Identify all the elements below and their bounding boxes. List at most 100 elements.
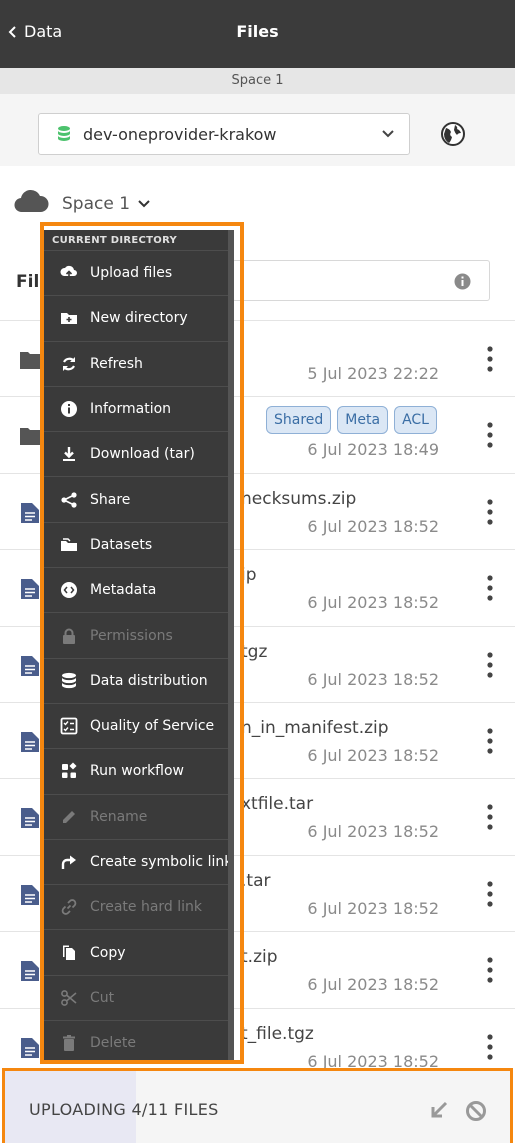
document-icon <box>21 884 39 905</box>
more-options-icon[interactable] <box>485 880 495 908</box>
menu-item-label: Share <box>90 491 131 508</box>
menu-item-share[interactable]: Share <box>44 476 234 521</box>
document-icon <box>21 655 39 676</box>
upload-status-label: UPLOADING 4/11 FILES <box>29 1100 219 1119</box>
menu-item-upload-files[interactable]: Upload files <box>44 250 234 295</box>
menu-item-copy[interactable]: Copy <box>44 929 234 974</box>
menu-item-run-workflow[interactable]: Run workflow <box>44 748 234 793</box>
more-options-icon[interactable] <box>485 651 495 679</box>
more-options-icon[interactable] <box>485 803 495 831</box>
pencil-icon <box>63 810 75 823</box>
file-name[interactable]: n_in_manifest.zip <box>241 718 389 738</box>
menu-item-label: Download (tar) <box>90 446 195 463</box>
more-options-icon[interactable] <box>485 1033 495 1061</box>
more-options-icon[interactable] <box>485 956 495 984</box>
more-options-icon[interactable] <box>485 498 495 526</box>
document-icon <box>21 961 39 982</box>
lock-icon <box>63 628 75 644</box>
download-icon <box>63 447 75 462</box>
more-options-icon[interactable] <box>485 574 495 602</box>
menu-item-delete: Delete <box>44 1020 234 1060</box>
menu-item-label: Data distribution <box>90 672 208 689</box>
file-tags: Shared Meta ACL <box>266 406 437 435</box>
menu-item-label: Rename <box>90 808 148 825</box>
folder-icon <box>20 428 40 446</box>
more-options-icon[interactable] <box>485 345 495 373</box>
document-icon <box>21 732 39 752</box>
menu-item-label: Delete <box>90 1035 136 1052</box>
tag-acl[interactable]: ACL <box>394 406 437 435</box>
file-name[interactable]: .tar <box>241 871 270 891</box>
file-name[interactable]: tgz <box>241 642 267 662</box>
new-folder-icon <box>61 313 77 325</box>
file-name[interactable]: t_file.tgz <box>241 1024 314 1044</box>
copy-icon <box>63 945 75 960</box>
upload-status-bar[interactable]: UPLOADING 4/11 FILES <box>2 1068 513 1143</box>
space-name-bar: Space 1 <box>0 68 515 94</box>
menu-item-label: New directory <box>90 310 188 327</box>
chevron-down-icon[interactable] <box>137 199 151 209</box>
menu-item-permissions: Permissions <box>44 612 234 657</box>
file-name[interactable]: t.zip <box>241 947 278 967</box>
file-modified-date: 6 Jul 2023 18:52 <box>307 669 439 689</box>
context-menu-header: CURRENT DIRECTORY <box>44 230 234 250</box>
info-icon <box>61 401 77 418</box>
folder-icon <box>20 352 40 369</box>
provider-bar: dev-oneprovider-krakow <box>0 94 515 166</box>
menu-item-label: Cut <box>90 989 115 1006</box>
menu-item-refresh[interactable]: Refresh <box>44 340 234 386</box>
file-modified-date: 6 Jul 2023 18:49 <box>307 440 439 460</box>
more-options-icon[interactable] <box>485 727 495 755</box>
scissors-icon <box>61 989 77 1006</box>
qos-icon <box>60 717 78 735</box>
top-bar: Data Files <box>0 0 515 68</box>
breadcrumb-space[interactable]: Space 1 <box>62 194 130 214</box>
menu-item-label: Quality of Service <box>90 718 215 735</box>
workflow-icon <box>62 762 77 779</box>
menu-item-rename: Rename <box>44 793 234 839</box>
datasets-icon <box>61 538 77 551</box>
globe-icon[interactable] <box>440 121 466 147</box>
link-icon <box>61 899 77 916</box>
minimize-icon[interactable] <box>430 1101 448 1119</box>
search-input[interactable] <box>232 260 490 301</box>
document-icon <box>21 808 39 829</box>
chevron-down-icon <box>382 130 394 138</box>
cancel-icon[interactable] <box>465 1100 487 1122</box>
menu-item-datasets[interactable]: Datasets <box>44 521 234 567</box>
menu-item-information[interactable]: Information <box>44 385 234 431</box>
upload-icon <box>60 266 77 278</box>
file-modified-date: 5 Jul 2023 22:22 <box>307 364 439 383</box>
tag-shared[interactable]: Shared <box>266 406 332 435</box>
file-modified-date: 6 Jul 2023 18:52 <box>307 746 439 765</box>
document-icon <box>21 1037 39 1058</box>
metadata-icon <box>61 582 77 599</box>
menu-item-cut: Cut <box>44 974 234 1020</box>
menu-item-download-tar[interactable]: Download (tar) <box>44 431 234 476</box>
provider-select[interactable]: dev-oneprovider-krakow <box>38 113 410 155</box>
cloud-icon <box>14 189 49 213</box>
menu-item-metadata[interactable]: Metadata <box>44 567 234 612</box>
menu-item-label: Datasets <box>90 536 153 553</box>
menu-item-data-distribution[interactable]: Data distribution <box>44 657 234 703</box>
more-options-icon[interactable] <box>485 421 495 449</box>
provider-name: dev-oneprovider-krakow <box>83 124 277 144</box>
menu-item-label: Upload files <box>90 265 173 282</box>
menu-item-new-directory[interactable]: New directory <box>44 295 234 340</box>
file-name[interactable]: hecksums.zip <box>241 489 356 509</box>
menu-item-label: Information <box>90 401 172 418</box>
database-icon <box>62 672 76 688</box>
file-modified-date: 6 Jul 2023 18:52 <box>307 898 439 918</box>
file-modified-date: 6 Jul 2023 18:52 <box>307 822 439 842</box>
menu-scrollbar[interactable] <box>228 230 234 1060</box>
document-icon <box>21 502 39 523</box>
file-modified-date: 6 Jul 2023 18:52 <box>307 593 439 613</box>
tag-meta[interactable]: Meta <box>337 406 389 435</box>
menu-item-quality-of-service[interactable]: Quality of Service <box>44 702 234 748</box>
file-name[interactable]: ip <box>241 565 257 585</box>
symlink-icon <box>61 855 76 869</box>
info-icon[interactable] <box>454 273 471 290</box>
menu-item-create-symbolic-link[interactable]: Create symbolic link <box>44 838 234 884</box>
file-name[interactable]: xtfile.tar <box>241 794 313 814</box>
file-modified-date: 6 Jul 2023 18:52 <box>307 516 439 536</box>
